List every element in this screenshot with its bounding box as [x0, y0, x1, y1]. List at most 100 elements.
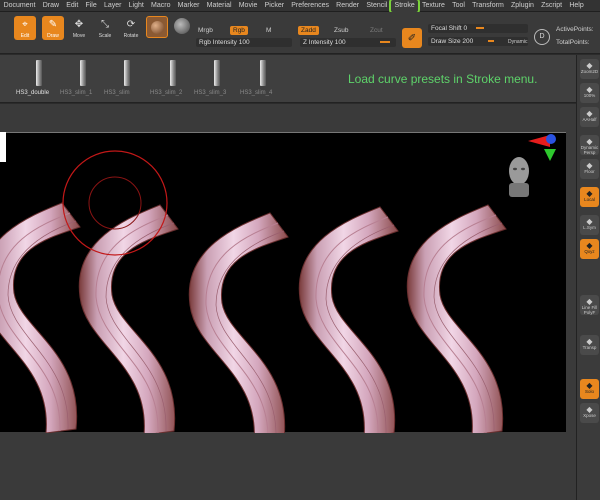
edit-button[interactable]: ⌖ Edit: [14, 16, 36, 40]
stroke-icon[interactable]: ✐: [402, 28, 422, 48]
menu-item-movie[interactable]: Movie: [235, 0, 261, 12]
menu-item-material[interactable]: Material: [203, 0, 235, 12]
right-shelf-button-8[interactable]: ◆ Qxyz: [580, 239, 599, 259]
right-shelf-button-5[interactable]: ◆ Floor: [580, 159, 599, 179]
zsub-button[interactable]: Zsub: [334, 27, 348, 34]
move-icon: ✥: [74, 19, 84, 30]
menu-item-transform[interactable]: Transform: [469, 0, 508, 12]
right-shelf-button-2[interactable]: ◆ 100%: [580, 83, 599, 103]
m-button[interactable]: M: [266, 27, 271, 34]
mrgb-button[interactable]: Mrgb: [198, 27, 213, 34]
shelf-button-label: Dynamic Persp: [580, 145, 599, 155]
menu-bar: Document Draw Edit File Layer Light Macro Marke…: [0, 0, 600, 14]
shelf-button-label: Zoom2D: [580, 69, 599, 74]
right-shelf-button-3[interactable]: ◆ AAHalf: [580, 107, 599, 127]
sculpt-viewport: [0, 134, 556, 444]
head-icon[interactable]: [509, 157, 529, 197]
scale-icon: ⤡: [101, 19, 109, 30]
brush-label: HS3_slim_3: [194, 90, 227, 96]
draw-size-knob: [488, 40, 494, 42]
move-button[interactable]: ✥ Move: [68, 16, 90, 40]
menu-item-stencil[interactable]: Stencil: [363, 0, 391, 12]
focal-shift-knob: [476, 27, 484, 29]
document-area: [0, 104, 576, 500]
dynamic-icon[interactable]: D: [534, 29, 550, 45]
zcut-button[interactable]: Zcut: [370, 27, 383, 34]
menu-item-file[interactable]: File: [82, 0, 100, 12]
color-picker-icon[interactable]: [174, 18, 190, 34]
rgb-button[interactable]: Rgb: [230, 26, 248, 35]
shelf-button-label: Floor: [584, 169, 595, 174]
menu-item-document[interactable]: Document: [0, 0, 39, 12]
menu-item-stroke[interactable]: Stroke: [388, 0, 421, 14]
brush-preset-5[interactable]: [200, 58, 234, 88]
shelf-button-label: Line Fill PolyF: [581, 305, 598, 315]
z-intensity-slider[interactable]: Z Intensity 100: [300, 38, 396, 47]
dynamic-label[interactable]: Dynamic: [508, 38, 527, 47]
brush-preset-3[interactable]: [110, 58, 144, 88]
menu-item-texture[interactable]: Texture: [418, 0, 448, 12]
right-shelf-button-10[interactable]: ◆ Transp: [580, 335, 599, 355]
menu-item-preferences[interactable]: Preferences: [288, 0, 333, 12]
right-shelf-button-12[interactable]: ◆ Xpose: [580, 403, 599, 423]
s-curve-mesh-2: [78, 204, 179, 436]
brush-preview-icon: [124, 60, 130, 86]
s-curve-mesh-5: [406, 204, 507, 436]
menu-item-macro[interactable]: Macro: [147, 0, 174, 12]
brush-preset-6[interactable]: [246, 58, 280, 88]
brush-preset-1[interactable]: [22, 58, 56, 88]
right-shelf-button-11[interactable]: ◆ Solo: [580, 379, 599, 399]
shelf-button-label: Solo: [584, 389, 594, 394]
s-curve-mesh-3: [188, 212, 289, 444]
brush-inner-circle: [88, 176, 142, 230]
brush-preview-icon: [260, 60, 266, 86]
menu-item-edit[interactable]: Edit: [63, 0, 82, 12]
menu-item-zscript[interactable]: Zscript: [538, 0, 566, 12]
menu-item-tool[interactable]: Tool: [449, 0, 469, 12]
menu-item-layer[interactable]: Layer: [100, 0, 125, 12]
shelf-button-label: AAHalf: [582, 117, 597, 122]
scale-button[interactable]: ⤡ Scale: [94, 16, 116, 40]
active-points-label: ActivePoints:: [556, 26, 594, 33]
right-shelf-button-7[interactable]: ◆ L.Sym: [580, 215, 599, 235]
top-toolbar: ⌖ Edit ✎ Draw ✥ Move ⤡ Scale ⟳ Rotate Mr…: [0, 12, 600, 54]
brush-preview-icon: [214, 60, 220, 86]
menu-item-zplugin[interactable]: Zplugin: [507, 0, 537, 12]
brush-preset-2[interactable]: [66, 58, 100, 88]
shelf-button-label: Transp: [582, 345, 597, 350]
rotate-button[interactable]: ⟳ Rotate: [120, 16, 142, 40]
menu-item-help[interactable]: Help: [566, 0, 588, 12]
model-thumbnail[interactable]: [0, 132, 6, 162]
brush-shelf: Load curve presets in Stroke menu. HS3_d…: [0, 55, 576, 110]
brush-preset-4[interactable]: [156, 58, 190, 88]
menu-item-picker[interactable]: Picker: [261, 0, 288, 12]
right-shelf-button-6[interactable]: ◆ Local: [580, 187, 599, 207]
menu-item-light[interactable]: Light: [125, 0, 147, 12]
menu-item-draw[interactable]: Draw: [39, 0, 63, 12]
shelf-button-label: Qxyz: [584, 249, 595, 254]
right-shelf-button-9[interactable]: ◆ Line Fill PolyF: [580, 295, 599, 315]
brush-label: HS3_slim_4: [240, 90, 273, 96]
brush-preview-icon: [170, 60, 176, 86]
brush-preview-icon: [80, 60, 86, 86]
brush-label: HS3_double: [16, 90, 50, 96]
menu-item-render[interactable]: Render: [333, 0, 363, 12]
s-curve-mesh-1: [0, 202, 81, 434]
draw-size-slider[interactable]: Draw Size 200 Dynamic: [428, 37, 528, 46]
axis-gizmo-icon[interactable]: [528, 134, 556, 161]
right-shelf-button-4[interactable]: ◆ Dynamic Persp: [580, 135, 599, 155]
zadd-button[interactable]: Zadd: [298, 26, 319, 35]
draw-button[interactable]: ✎ Draw: [42, 16, 64, 40]
brush-label: HS3_slim_2: [150, 90, 183, 96]
material-button[interactable]: [146, 16, 168, 38]
edit-icon: ⌖: [22, 19, 28, 30]
right-shelf-button-1[interactable]: ◆ Zoom2D: [580, 59, 599, 79]
brush-preview-icon: [36, 60, 42, 86]
shelf-button-label: L.Sym: [583, 225, 596, 230]
focal-shift-slider[interactable]: Focal Shift 0: [428, 24, 528, 33]
viewport-canvas[interactable]: [0, 132, 566, 444]
menu-item-marker[interactable]: Marker: [174, 0, 203, 12]
s-curve-mesh-4: [298, 206, 399, 438]
rgb-intensity-slider[interactable]: Rgb Intensity 100: [196, 38, 292, 47]
z-intensity-knob: [380, 41, 390, 43]
